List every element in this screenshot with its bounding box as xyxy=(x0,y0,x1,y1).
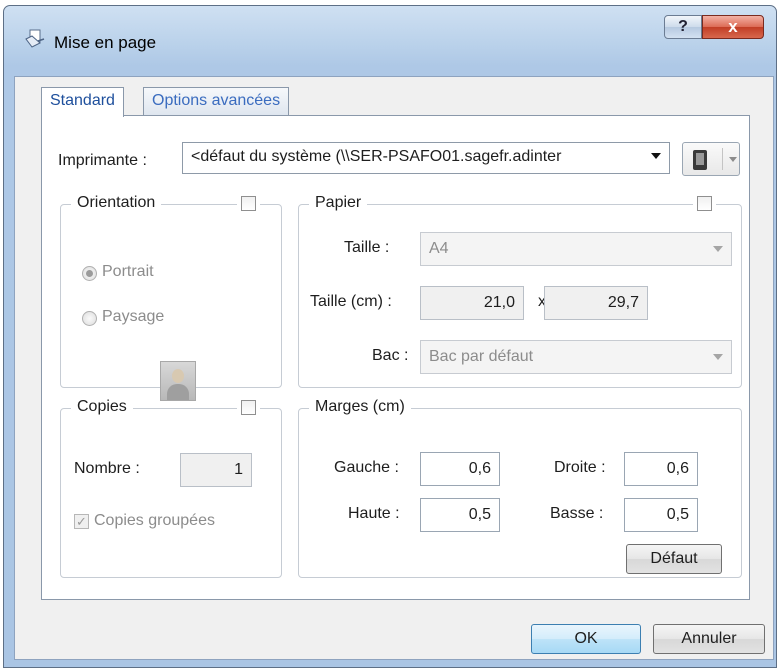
printer-icon xyxy=(693,150,707,170)
close-button[interactable]: x xyxy=(702,15,764,39)
bac-select-value: Bac par défaut xyxy=(429,348,534,365)
orientation-title: Orientation xyxy=(71,194,162,212)
bac-select[interactable]: Bac par défaut xyxy=(420,340,732,374)
chevron-down-icon xyxy=(713,246,723,252)
paysage-label: Paysage xyxy=(102,308,165,325)
copies-groupees-checkbox[interactable]: ✓ xyxy=(74,514,89,529)
copies-checkbox[interactable] xyxy=(241,400,256,415)
tab-standard[interactable]: Standard xyxy=(41,87,124,117)
papier-checkbox[interactable] xyxy=(697,196,712,211)
copies-groupees-label: Copies groupées xyxy=(94,512,215,529)
taille-label: Taille : xyxy=(344,239,390,256)
gauche-field[interactable]: 0,6 xyxy=(420,452,500,486)
orientation-preview-icon xyxy=(160,361,196,401)
nombre-label: Nombre : xyxy=(74,460,140,477)
marges-title: Marges (cm) xyxy=(309,398,411,416)
basse-label: Basse : xyxy=(550,505,604,522)
tab-options-avancees[interactable]: Options avancées xyxy=(143,87,290,115)
window-title: Mise en page xyxy=(54,33,157,52)
copies-group: Copies xyxy=(60,398,282,578)
taille-cm-label: Taille (cm) : xyxy=(310,293,392,310)
paysage-radio[interactable] xyxy=(82,311,97,326)
droite-label: Droite : xyxy=(554,459,606,476)
portrait-radio[interactable] xyxy=(82,266,97,281)
portrait-label: Portrait xyxy=(102,263,154,280)
page-setup-icon xyxy=(25,29,45,48)
chevron-down-icon xyxy=(651,153,661,159)
basse-field[interactable]: 0,5 xyxy=(624,498,698,532)
chevron-down-icon xyxy=(729,157,737,162)
annuler-button[interactable]: Annuler xyxy=(653,624,765,654)
gauche-label: Gauche : xyxy=(334,459,399,476)
title-bar[interactable]: Mise en page ? x xyxy=(4,6,776,76)
paper-height-field[interactable]: 29,7 xyxy=(544,286,648,320)
taille-select-value: A4 xyxy=(429,240,449,257)
chevron-down-icon xyxy=(713,354,723,360)
dialog-client-area: Standard Options avancées Imprimante : <… xyxy=(14,76,774,660)
help-button[interactable]: ? xyxy=(664,15,702,39)
ok-button[interactable]: OK xyxy=(531,624,641,654)
printer-select-value: <défaut du système (\\SER-PSAFO01.sagefr… xyxy=(191,148,562,165)
copies-title: Copies xyxy=(71,398,133,416)
bac-label: Bac : xyxy=(372,347,409,364)
papier-title: Papier xyxy=(309,194,368,212)
tab-panel-standard: Imprimante : <défaut du système (\\SER-P… xyxy=(41,115,750,600)
haute-label: Haute : xyxy=(348,505,400,522)
droite-field[interactable]: 0,6 xyxy=(624,452,698,486)
orientation-checkbox[interactable] xyxy=(241,196,256,211)
printer-properties-button[interactable] xyxy=(682,142,740,176)
paper-width-field[interactable]: 21,0 xyxy=(420,286,524,320)
printer-select[interactable]: <défaut du système (\\SER-PSAFO01.sagefr… xyxy=(182,142,670,174)
nombre-field[interactable]: 1 xyxy=(180,453,252,487)
dialog-window: Mise en page ? x Standard Options avancé… xyxy=(3,5,777,668)
defaut-button[interactable]: Défaut xyxy=(626,544,722,574)
taille-select[interactable]: A4 xyxy=(420,232,732,266)
printer-label: Imprimante : xyxy=(58,152,147,169)
haute-field[interactable]: 0,5 xyxy=(420,498,500,532)
